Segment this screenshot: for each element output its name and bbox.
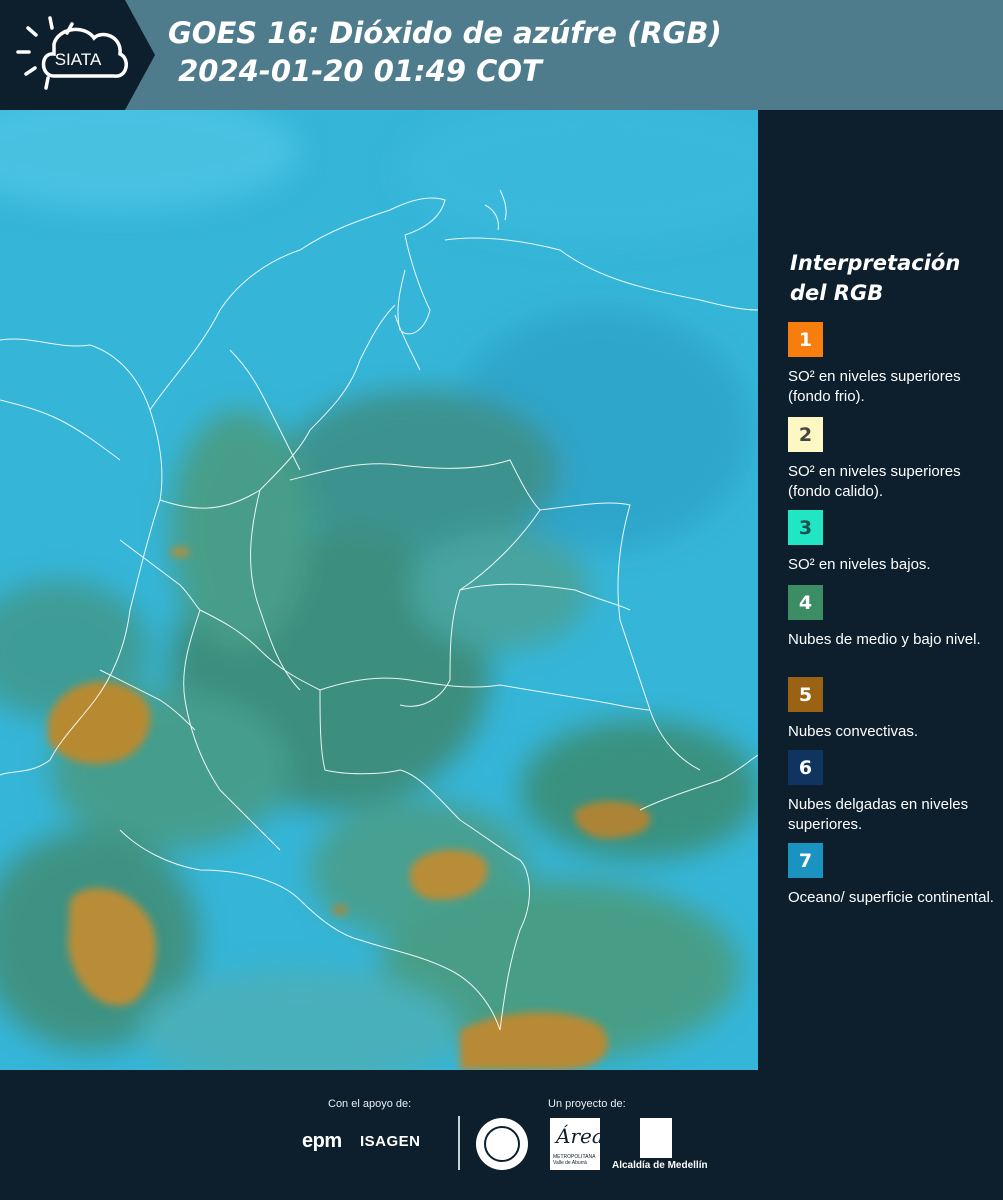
legend-number-2: 2 <box>798 423 813 446</box>
logo-text: SIATA <box>55 50 102 69</box>
alcaldia-emblem-icon <box>640 1118 672 1158</box>
header-bar: SIATA GOES 16: Dióxido de azúfre (RGB) 2… <box>0 0 1003 110</box>
legend-number-5: 5 <box>798 683 813 706</box>
legend-label-1: SO² en niveles superiores (fondo frio). <box>788 368 961 405</box>
legend-number-3: 3 <box>798 516 813 539</box>
medellin-seal-icon <box>476 1118 528 1170</box>
footer-divider <box>458 1116 460 1170</box>
legend-number-1: 1 <box>798 328 813 351</box>
legend-item-3: 3 SO² en niveles bajos. <box>788 510 998 597</box>
support-label: Con el apoyo de: <box>328 1098 412 1110</box>
legend-label-7: Oceano/ superficie continental. <box>788 889 994 906</box>
legend-swatch-3: 3 <box>788 510 823 545</box>
isagen-logo: ISAGEN <box>360 1133 421 1150</box>
legend-label-2: SO² en niveles superiores (fondo calido)… <box>788 463 961 500</box>
legend-item-6: 6 Nubes delgadas en niveles superiores. <box>788 750 998 837</box>
legend-item-2: 2 SO² en niveles superiores (fondo calid… <box>788 417 998 504</box>
area-metropolitana-logo: Área METROPOLITANA Valle de Aburrá <box>550 1118 604 1170</box>
epm-logo: epm <box>302 1130 342 1152</box>
legend-swatch-4: 4 <box>788 585 823 620</box>
legend-swatch-2: 2 <box>788 417 823 452</box>
alcaldia-label: Alcaldía de Medellín <box>612 1160 708 1171</box>
area-logo-subtext: METROPOLITANA Valle de Aburrá <box>553 1154 596 1166</box>
legend-item-7: 7 Oceano/ superficie continental. <box>788 843 998 930</box>
area-logo-text: Área <box>556 1124 604 1148</box>
legend-label-6: Nubes delgadas en niveles superiores. <box>788 796 969 833</box>
legend-number-7: 7 <box>798 849 813 872</box>
siata-logo-icon: SIATA <box>16 16 128 90</box>
legend-number-4: 4 <box>798 591 813 614</box>
page-title: GOES 16: Dióxido de azúfre (RGB) 2024-01… <box>168 16 722 88</box>
legend-swatch-1: 1 <box>788 322 823 357</box>
legend-label-4: Nubes de medio y bajo nivel. <box>788 631 981 648</box>
footer: Con el apoyo de: Un proyecto de: epm ISA… <box>0 1070 1003 1200</box>
satellite-map <box>0 110 758 1070</box>
legend-item-4: 4 Nubes de medio y bajo nivel. <box>788 585 998 672</box>
legend-swatch-5: 5 <box>788 677 823 712</box>
legend-swatch-6: 6 <box>788 750 823 785</box>
satellite-image <box>0 110 758 1070</box>
legend-number-6: 6 <box>798 756 813 779</box>
legend-panel: Interpretación del RGB 1 SO² en niveles … <box>758 110 1003 1070</box>
project-label: Un proyecto de: <box>548 1098 626 1110</box>
logo-panel: SIATA <box>0 0 155 110</box>
legend-swatch-7: 7 <box>788 843 823 878</box>
legend-item-1: 1 SO² en niveles superiores (fondo frio)… <box>788 322 998 409</box>
legend-title: Interpretación del RGB <box>790 251 961 305</box>
